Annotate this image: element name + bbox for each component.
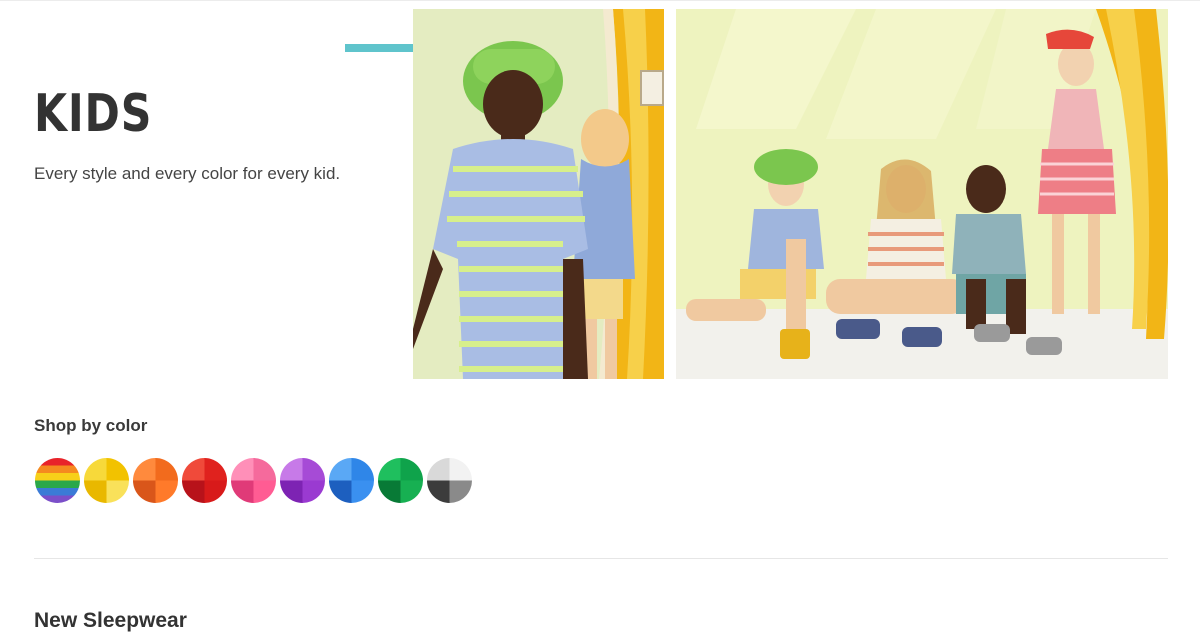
swatch-rainbow[interactable]	[35, 458, 80, 503]
hero-photo-boy-bucket-hat[interactable]	[413, 9, 664, 379]
swatch-green[interactable]	[378, 458, 423, 503]
page-title: KIDS	[34, 84, 153, 144]
section-heading-new-sleepwear: New Sleepwear	[34, 609, 187, 632]
swatch-pink[interactable]	[231, 458, 276, 503]
section-divider	[34, 558, 1168, 559]
swatch-neutral[interactable]	[427, 458, 472, 503]
swatch-purple[interactable]	[280, 458, 325, 503]
hero-photo-kids-group[interactable]	[676, 9, 1168, 379]
swatch-yellow[interactable]	[84, 458, 129, 503]
swatch-blue[interactable]	[329, 458, 374, 503]
swatch-orange[interactable]	[133, 458, 178, 503]
top-rule	[0, 0, 1200, 1]
swatch-red[interactable]	[182, 458, 227, 503]
shop-by-color-label: Shop by color	[34, 416, 148, 435]
hero-subtitle: Every style and every color for every ki…	[34, 164, 341, 183]
color-swatches	[35, 458, 472, 503]
